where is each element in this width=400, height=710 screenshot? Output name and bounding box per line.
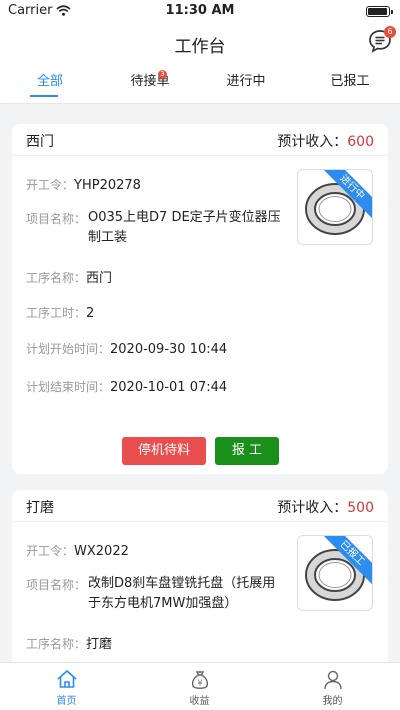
tab-in-progress[interactable]: 进行中 (196, 64, 296, 104)
income-label: 预计收入： (277, 500, 348, 516)
task-list: 西门 预计收入：600 进行中 开工令：YHP20278 项目名称： O035上… (0, 104, 400, 662)
pause-waiting-material-button[interactable]: 停机待料 (122, 437, 206, 465)
bottom-tab-bar: 首页 ¥ 收益 我的 (0, 662, 400, 710)
plan-end-value: 2020-10-01 07:44 (110, 380, 228, 395)
card-header: 打磨 预计收入：500 (12, 490, 388, 522)
work-order-label: 开工令： (26, 544, 75, 558)
process-name-label: 工序名称： (26, 271, 87, 285)
project-name-label: 项目名称： (26, 578, 87, 592)
card-title: 西门 (26, 134, 54, 150)
battery-icon (366, 6, 393, 17)
plan-end-label: 计划结束时间： (26, 380, 111, 394)
svg-text:¥: ¥ (197, 679, 202, 688)
income-value: 500 (347, 500, 374, 516)
project-name-value: O035上电D7 DE定子片变位器压制工装 (88, 210, 281, 245)
project-name-label: 项目名称： (26, 212, 87, 226)
product-thumbnail[interactable]: 已报工 (297, 535, 373, 611)
bottom-tab-earnings-label: 收益 (189, 696, 210, 707)
money-bag-icon: ¥ (191, 671, 209, 689)
tab-pending-badge: 3 (158, 70, 167, 79)
process-name-label: 工序名称： (26, 637, 87, 651)
process-name-row: 工序名称：打磨 (26, 633, 112, 652)
process-name-value: 打磨 (86, 637, 113, 652)
expected-income: 预计收入：500 (277, 497, 374, 517)
tab-active-indicator (30, 95, 58, 97)
process-hours-value: 2 (86, 306, 95, 321)
process-name-row: 工序名称：西门 (26, 267, 112, 286)
income-label: 预计收入： (277, 134, 348, 150)
process-name-value: 西门 (86, 271, 113, 286)
status-tabs: 全部 待接单 3 进行中 已报工 (0, 64, 400, 104)
plan-start-value: 2020-09-30 10:44 (110, 342, 228, 357)
task-card[interactable]: 西门 预计收入：600 进行中 开工令：YHP20278 项目名称： O035上… (12, 124, 388, 474)
tab-all[interactable]: 全部 (0, 64, 100, 104)
work-order-value: YHP20278 (74, 178, 141, 193)
tab-reported[interactable]: 已报工 (300, 64, 400, 104)
work-order-row: 开工令：YHP20278 (26, 176, 141, 193)
card-header: 西门 预计收入：600 (12, 124, 388, 156)
status-time: 11:30 AM (165, 3, 235, 18)
plan-start-label: 计划开始时间： (26, 342, 111, 356)
battery-level (368, 8, 387, 15)
bottom-tab-earnings[interactable]: ¥ 收益 (133, 663, 266, 710)
expected-income: 预计收入：600 (277, 131, 374, 151)
process-hours-row: 工序工时：2 (26, 304, 94, 321)
task-card[interactable]: 打磨 预计收入：500 已报工 开工令：WX2022 项目名称： 改制D8刹车盘… (12, 490, 388, 662)
work-order-row: 开工令：WX2022 (26, 542, 129, 559)
income-value: 600 (347, 134, 374, 150)
report-work-button[interactable]: 报 工 (215, 437, 279, 465)
bottom-tab-home-label: 首页 (56, 696, 77, 707)
nav-bar: 工作台 6 (0, 22, 400, 64)
process-hours-label: 工序工时： (26, 306, 87, 320)
tab-pending[interactable]: 待接单 (100, 64, 200, 104)
home-icon (57, 669, 77, 688)
bottom-tab-profile-label: 我的 (322, 696, 343, 707)
card-title: 打磨 (26, 500, 54, 516)
plan-end-row: 计划结束时间：2020-10-01 07:44 (26, 378, 227, 395)
work-order-value: WX2022 (74, 544, 129, 559)
project-name-value: 改制D8刹车盘镗铣托盘（托展用于东方电机7MW加强盘） (88, 576, 276, 611)
work-order-label: 开工令： (26, 178, 75, 192)
bottom-tab-home[interactable]: 首页 (0, 663, 133, 710)
page-title: 工作台 (174, 37, 226, 57)
message-badge: 6 (384, 26, 396, 38)
status-bar: Carrier 11:30 AM (0, 0, 400, 22)
user-icon (324, 670, 342, 690)
product-thumbnail[interactable]: 进行中 (297, 169, 373, 245)
bottom-tab-profile[interactable]: 我的 (266, 663, 399, 710)
plan-start-row: 计划开始时间：2020-09-30 10:44 (26, 340, 227, 357)
